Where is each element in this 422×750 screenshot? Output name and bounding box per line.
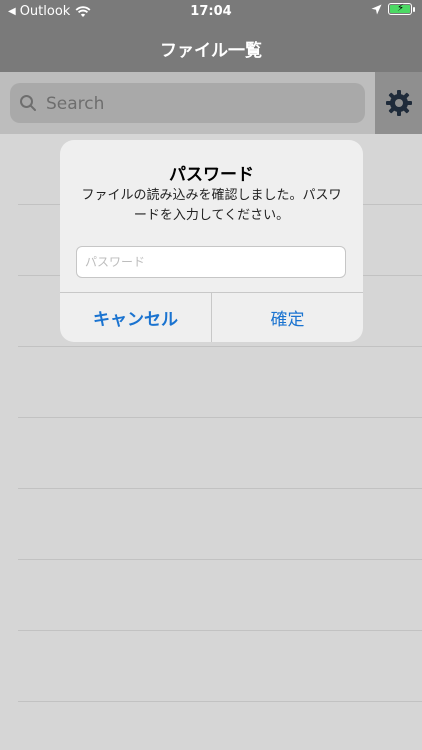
gear-icon [385,90,412,116]
settings-button[interactable] [375,72,422,134]
search-box[interactable] [10,83,365,123]
charging-bolt-icon: ⚡ [397,3,405,14]
password-dialog: パスワード ファイルの読み込みを確認しました。パスワードを入力してください。 キ… [60,140,363,342]
status-bar: ◀ Outlook 17:04 ⚡ [0,0,422,24]
list-separator [18,417,422,418]
dialog-title: パスワード [169,165,254,185]
dialog-message: ファイルの読み込みを確認しました。パスワードを入力してください。 [81,188,342,223]
password-input[interactable] [76,246,346,278]
list-separator [18,346,422,347]
page-title: ファイル一覧 [160,41,262,61]
list-separator [18,701,422,702]
search-row [0,72,422,134]
search-input[interactable] [44,90,348,118]
location-icon [371,4,382,14]
list-separator [18,488,422,489]
confirm-button[interactable]: 確定 [212,293,363,342]
list-separator [18,559,422,560]
battery-icon: ⚡ [388,3,415,15]
navigation-bar: ファイル一覧 [0,24,422,72]
search-icon [20,95,36,111]
list-separator [18,630,422,631]
status-time: 17:04 [190,4,232,19]
cancel-button[interactable]: キャンセル [60,293,211,342]
